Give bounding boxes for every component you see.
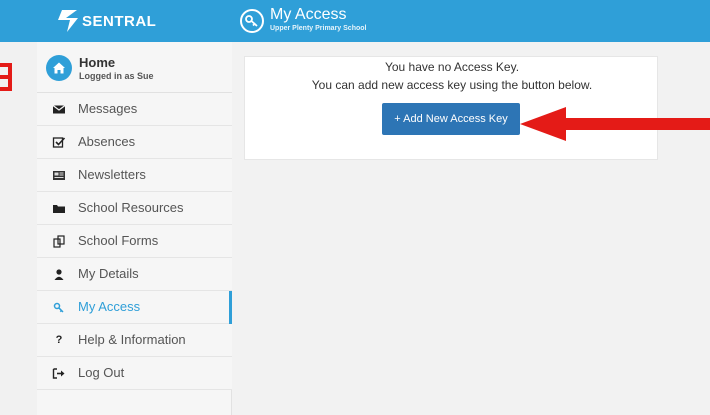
- sidebar-item-my-details[interactable]: My Details: [37, 258, 232, 291]
- folder-icon: [53, 205, 65, 213]
- sidebar-item-label: My Access: [78, 299, 141, 314]
- home-title: Home: [79, 55, 116, 70]
- sidebar-item-messages[interactable]: Messages: [37, 93, 232, 126]
- logged-in-user: Logged in as Sue: [79, 71, 154, 81]
- page-title: My Access: [270, 6, 347, 23]
- sidebar-item-log-out[interactable]: Log Out: [37, 357, 232, 390]
- sidebar-item-label: My Details: [78, 266, 139, 281]
- copy-icon: [53, 235, 65, 248]
- brand-name: SENTRAL: [82, 13, 157, 30]
- sidebar-item-label: Absences: [78, 134, 136, 149]
- user-icon: [54, 269, 64, 280]
- sidebar-item-school-resources[interactable]: School Resources: [37, 192, 232, 225]
- sidebar-item-help-information[interactable]: ? Help & Information: [37, 324, 232, 357]
- envelope-icon: [52, 105, 66, 114]
- sidebar-item-label: Help & Information: [78, 332, 186, 347]
- sidebar-item-label: Log Out: [78, 365, 125, 380]
- logout-icon: [52, 368, 65, 379]
- sidebar-item-label: School Resources: [78, 200, 184, 215]
- sidebar: Home Logged in as Sue Messages Absences …: [37, 42, 232, 415]
- annotation-mark-icon: [0, 63, 12, 91]
- key-icon: [53, 302, 64, 313]
- question-icon: ?: [55, 334, 63, 346]
- sidebar-item-label: Messages: [78, 101, 138, 116]
- checkbox-icon: [52, 137, 66, 148]
- add-new-access-key-button[interactable]: + Add New Access Key: [382, 103, 520, 135]
- sidebar-item-my-access[interactable]: My Access: [37, 291, 232, 324]
- sidebar-item-absences[interactable]: Absences: [37, 126, 232, 159]
- main-content: You have no Access Key. You can add new …: [232, 42, 710, 415]
- home-icon: [46, 55, 72, 81]
- sidebar-item-label: School Forms: [78, 233, 159, 248]
- left-gutter: [0, 42, 37, 415]
- brand[interactable]: SENTRAL: [0, 0, 232, 42]
- add-key-hint: You can add new access key using the but…: [311, 78, 593, 92]
- sidebar-item-label: Newsletters: [78, 167, 146, 182]
- school-name: Upper Plenty Primary School: [270, 25, 367, 32]
- sidebar-item-newsletters[interactable]: Newsletters: [37, 159, 232, 192]
- sidebar-home[interactable]: Home Logged in as Sue: [37, 42, 232, 93]
- key-icon: [240, 9, 264, 33]
- annotation-arrow-icon: [520, 107, 710, 141]
- sidebar-item-school-forms[interactable]: School Forms: [37, 225, 232, 258]
- newspaper-icon: [53, 171, 65, 180]
- sentral-logo-icon: [58, 10, 78, 32]
- no-key-message: You have no Access Key.: [384, 60, 520, 74]
